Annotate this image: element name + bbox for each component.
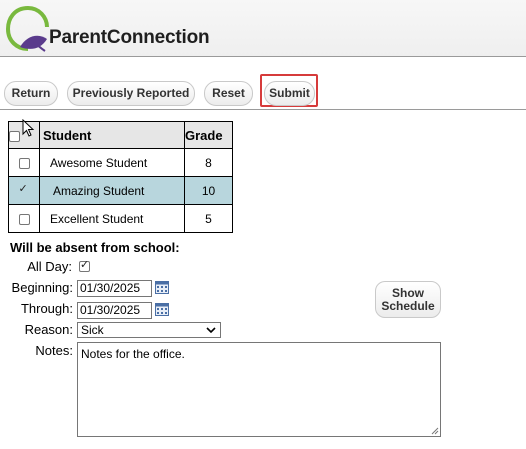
table-row[interactable]: Excellent Student 5 [8, 204, 233, 233]
toolbar-divider [0, 109, 526, 110]
student-grade: 10 [184, 176, 233, 205]
brand-name: ParentConnection [49, 27, 210, 48]
beginning-label: Beginning: [11, 280, 73, 295]
q-logo-icon [5, 6, 49, 52]
through-label: Through: [20, 301, 73, 316]
reason-selected-value: Sick [81, 323, 104, 337]
through-date-input[interactable]: 01/30/2025 [77, 302, 152, 319]
student-name: Excellent Student [39, 204, 185, 233]
previously-reported-button[interactable]: Previously Reported [67, 81, 195, 106]
row-checkbox-cell [8, 176, 40, 205]
students-table: Student Grade Awesome Student 8 Amazing … [8, 121, 233, 233]
student-checkbox[interactable] [18, 157, 30, 169]
student-checkbox[interactable] [18, 213, 30, 225]
table-row[interactable]: Amazing Student 10 [8, 176, 233, 205]
mouse-cursor-icon [22, 119, 35, 137]
student-name: Awesome Student [39, 148, 185, 177]
calendar-icon[interactable] [155, 280, 169, 294]
grade-column-header: Grade [184, 121, 233, 149]
table-row[interactable]: Awesome Student 8 [8, 148, 233, 177]
student-checkbox[interactable] [19, 182, 30, 197]
all-day-label: All Day: [27, 259, 72, 274]
submit-button[interactable]: Submit [264, 81, 315, 106]
student-column-header: Student [39, 121, 185, 149]
resize-handle-icon[interactable] [431, 427, 439, 435]
student-name: Amazing Student [39, 176, 185, 205]
reset-button[interactable]: Reset [204, 81, 253, 106]
show-schedule-button[interactable]: Show Schedule [375, 281, 441, 318]
table-header-row: Student Grade [8, 121, 233, 149]
reason-label: Reason: [24, 322, 73, 337]
student-grade: 5 [184, 204, 233, 233]
select-all-checkbox[interactable] [9, 130, 20, 142]
row-checkbox-cell [8, 204, 40, 233]
all-day-checkbox[interactable] [79, 258, 90, 272]
calendar-icon[interactable] [155, 302, 169, 316]
absence-section-title: Will be absent from school: [10, 240, 180, 255]
app-header: ParentConnection [0, 0, 526, 57]
notes-label: Notes: [35, 343, 73, 358]
reason-select[interactable]: Sick [77, 322, 221, 338]
notes-text: Notes for the office. [81, 347, 185, 361]
row-checkbox-cell [8, 148, 40, 177]
notes-textarea[interactable]: Notes for the office. [77, 342, 441, 437]
beginning-date-input[interactable]: 01/30/2025 [77, 280, 152, 297]
student-grade: 8 [184, 148, 233, 177]
show-schedule-label-line2: Schedule [381, 299, 435, 313]
chevron-down-icon [206, 327, 216, 334]
return-button[interactable]: Return [4, 81, 58, 106]
